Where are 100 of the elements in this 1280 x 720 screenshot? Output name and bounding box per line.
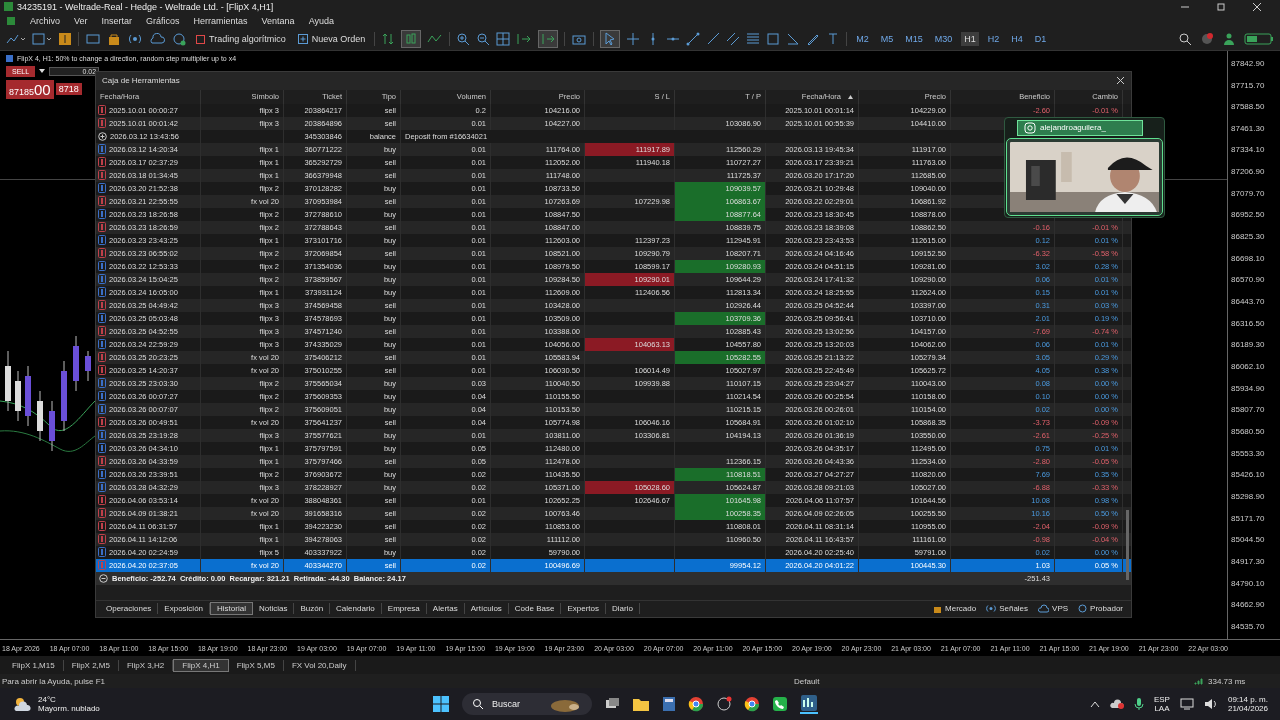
crosshair-icon[interactable] — [626, 32, 641, 47]
market-link[interactable]: Mercado — [945, 604, 977, 614]
microphone-icon[interactable] — [1133, 697, 1144, 712]
signals-link[interactable]: Señales — [999, 604, 1029, 614]
notification-icon[interactable] — [1200, 32, 1214, 47]
camera-icon[interactable] — [571, 32, 588, 47]
tab[interactable]: Code Base — [508, 603, 562, 615]
zoom-out-icon[interactable] — [476, 32, 491, 47]
candle — [15, 370, 21, 422]
browser-icon[interactable] — [744, 696, 760, 713]
tab[interactable]: Calendario — [330, 603, 382, 615]
angle-icon[interactable] — [786, 32, 801, 47]
tab[interactable]: Historial — [210, 602, 253, 616]
timeframe-button[interactable]: M15 — [902, 32, 926, 47]
price-label: 86316.50 — [1231, 318, 1266, 328]
vps-link[interactable]: VPS — [1052, 604, 1069, 614]
tab[interactable]: Expertos — [561, 603, 606, 615]
chevron-up-icon[interactable] — [1089, 700, 1100, 709]
cursor-icon[interactable] — [600, 30, 621, 49]
bag-icon — [933, 604, 942, 614]
folder-icon[interactable] — [632, 696, 650, 713]
new-order-button[interactable]: Nueva Orden — [294, 34, 369, 45]
menu-item[interactable]: Herramientas — [193, 16, 248, 27]
price-label: 87842.90 — [1231, 58, 1266, 68]
app-icon — [6, 16, 16, 27]
chart-tab[interactable]: FX Vol 20,Daily — [283, 659, 356, 671]
channel-icon[interactable] — [726, 32, 741, 47]
chart-tab[interactable]: FlipX 5,M5 — [228, 659, 284, 671]
monitor-icon[interactable] — [1179, 698, 1194, 711]
close-icon[interactable] — [1252, 2, 1262, 12]
chart-tab[interactable]: FlipX 4,H1 — [173, 658, 229, 672]
cloud-icon[interactable] — [149, 32, 165, 47]
trendline-icon[interactable] — [686, 32, 701, 47]
cloud-alert-icon[interactable] — [1109, 698, 1124, 711]
tab[interactable]: Operaciones — [100, 603, 159, 615]
ping-text: 334.73 ms — [1208, 676, 1246, 686]
tab[interactable]: Empresa — [381, 603, 427, 615]
rectangle-icon[interactable] — [766, 32, 781, 47]
dial-icon[interactable] — [716, 696, 732, 713]
price-label: 86698.10 — [1231, 253, 1266, 263]
search-icon[interactable] — [1178, 32, 1192, 47]
ray-icon[interactable] — [706, 32, 721, 47]
tester-link[interactable]: Probador — [1090, 604, 1123, 614]
menu-item[interactable]: Archivo — [30, 16, 60, 27]
price-label: 86443.70 — [1231, 297, 1266, 307]
search-field[interactable]: Buscar — [462, 693, 592, 716]
timeframe-button[interactable]: H4 — [1008, 32, 1026, 47]
windows-logo-icon[interactable] — [432, 695, 450, 714]
fibonacci-icon[interactable] — [746, 32, 761, 47]
tab[interactable]: Buzón — [294, 603, 331, 615]
language-indicator[interactable]: ESP LAA — [1153, 695, 1170, 714]
candle — [85, 350, 91, 382]
timeframe-button[interactable]: H1 — [961, 32, 979, 47]
calculator-icon[interactable] — [662, 696, 676, 713]
grid-icon[interactable] — [496, 32, 511, 47]
price-label: 85807.70 — [1231, 405, 1266, 415]
collapse-icon[interactable] — [99, 573, 108, 583]
pen-icon[interactable] — [806, 32, 821, 47]
timeframe-button[interactable]: M2 — [853, 32, 872, 47]
zoom-in-icon[interactable] — [456, 32, 471, 47]
menu-item[interactable]: Ayuda — [308, 16, 334, 27]
timeframe-button[interactable]: H2 — [984, 32, 1003, 47]
price-label: 85171.70 — [1231, 513, 1266, 523]
timeframe-button[interactable]: D1 — [1031, 32, 1050, 47]
candles-icon[interactable] — [401, 30, 422, 49]
chart-tab[interactable]: FlipX 1,M15 — [4, 659, 64, 671]
price-label: 87079.70 — [1231, 188, 1266, 198]
shift-icon[interactable] — [516, 32, 533, 47]
browser-icon[interactable] — [688, 696, 704, 713]
chart-tab[interactable]: FlipX 2,M5 — [63, 659, 119, 671]
tab[interactable]: Artículos — [464, 603, 509, 615]
battery-icon — [1244, 33, 1274, 46]
autoscroll-icon[interactable] — [538, 30, 559, 49]
speaker-icon[interactable] — [1203, 698, 1218, 711]
menu-item[interactable]: Ver — [74, 16, 88, 27]
maximize-icon[interactable] — [1216, 2, 1226, 12]
person-icon[interactable] — [1222, 32, 1236, 47]
chart-window-icon[interactable] — [32, 32, 52, 47]
menu-item[interactable]: Ventana — [261, 16, 295, 27]
tab[interactable]: Diario — [606, 603, 640, 615]
phone-icon[interactable] — [772, 696, 788, 713]
temperature: 24°C — [38, 695, 57, 705]
arrows-icon[interactable] — [381, 32, 396, 47]
dollar-icon[interactable] — [58, 32, 72, 47]
menu-item[interactable]: Insertar — [101, 16, 133, 27]
menu-item[interactable]: Gráficos — [146, 16, 180, 27]
globe-icon[interactable] — [171, 32, 187, 47]
timeframe-button[interactable]: M30 — [931, 32, 956, 47]
tab[interactable]: Noticias — [252, 603, 295, 615]
algo-trading-button[interactable]: Trading algorítmico — [193, 34, 289, 45]
app-logo-icon — [4, 2, 13, 12]
tab[interactable]: Alertas — [426, 603, 465, 615]
ide-icon[interactable] — [85, 32, 101, 47]
bag-icon[interactable] — [107, 32, 121, 47]
clock[interactable]: 09:14 p. m. 21/04/2026 — [1227, 695, 1268, 714]
tester-icon — [1078, 604, 1088, 614]
close-icon[interactable] — [1116, 76, 1125, 86]
timeframe-button[interactable]: M5 — [877, 32, 897, 47]
chart-app-icon[interactable] — [800, 694, 818, 715]
price-label: 85680.50 — [1231, 427, 1266, 436]
